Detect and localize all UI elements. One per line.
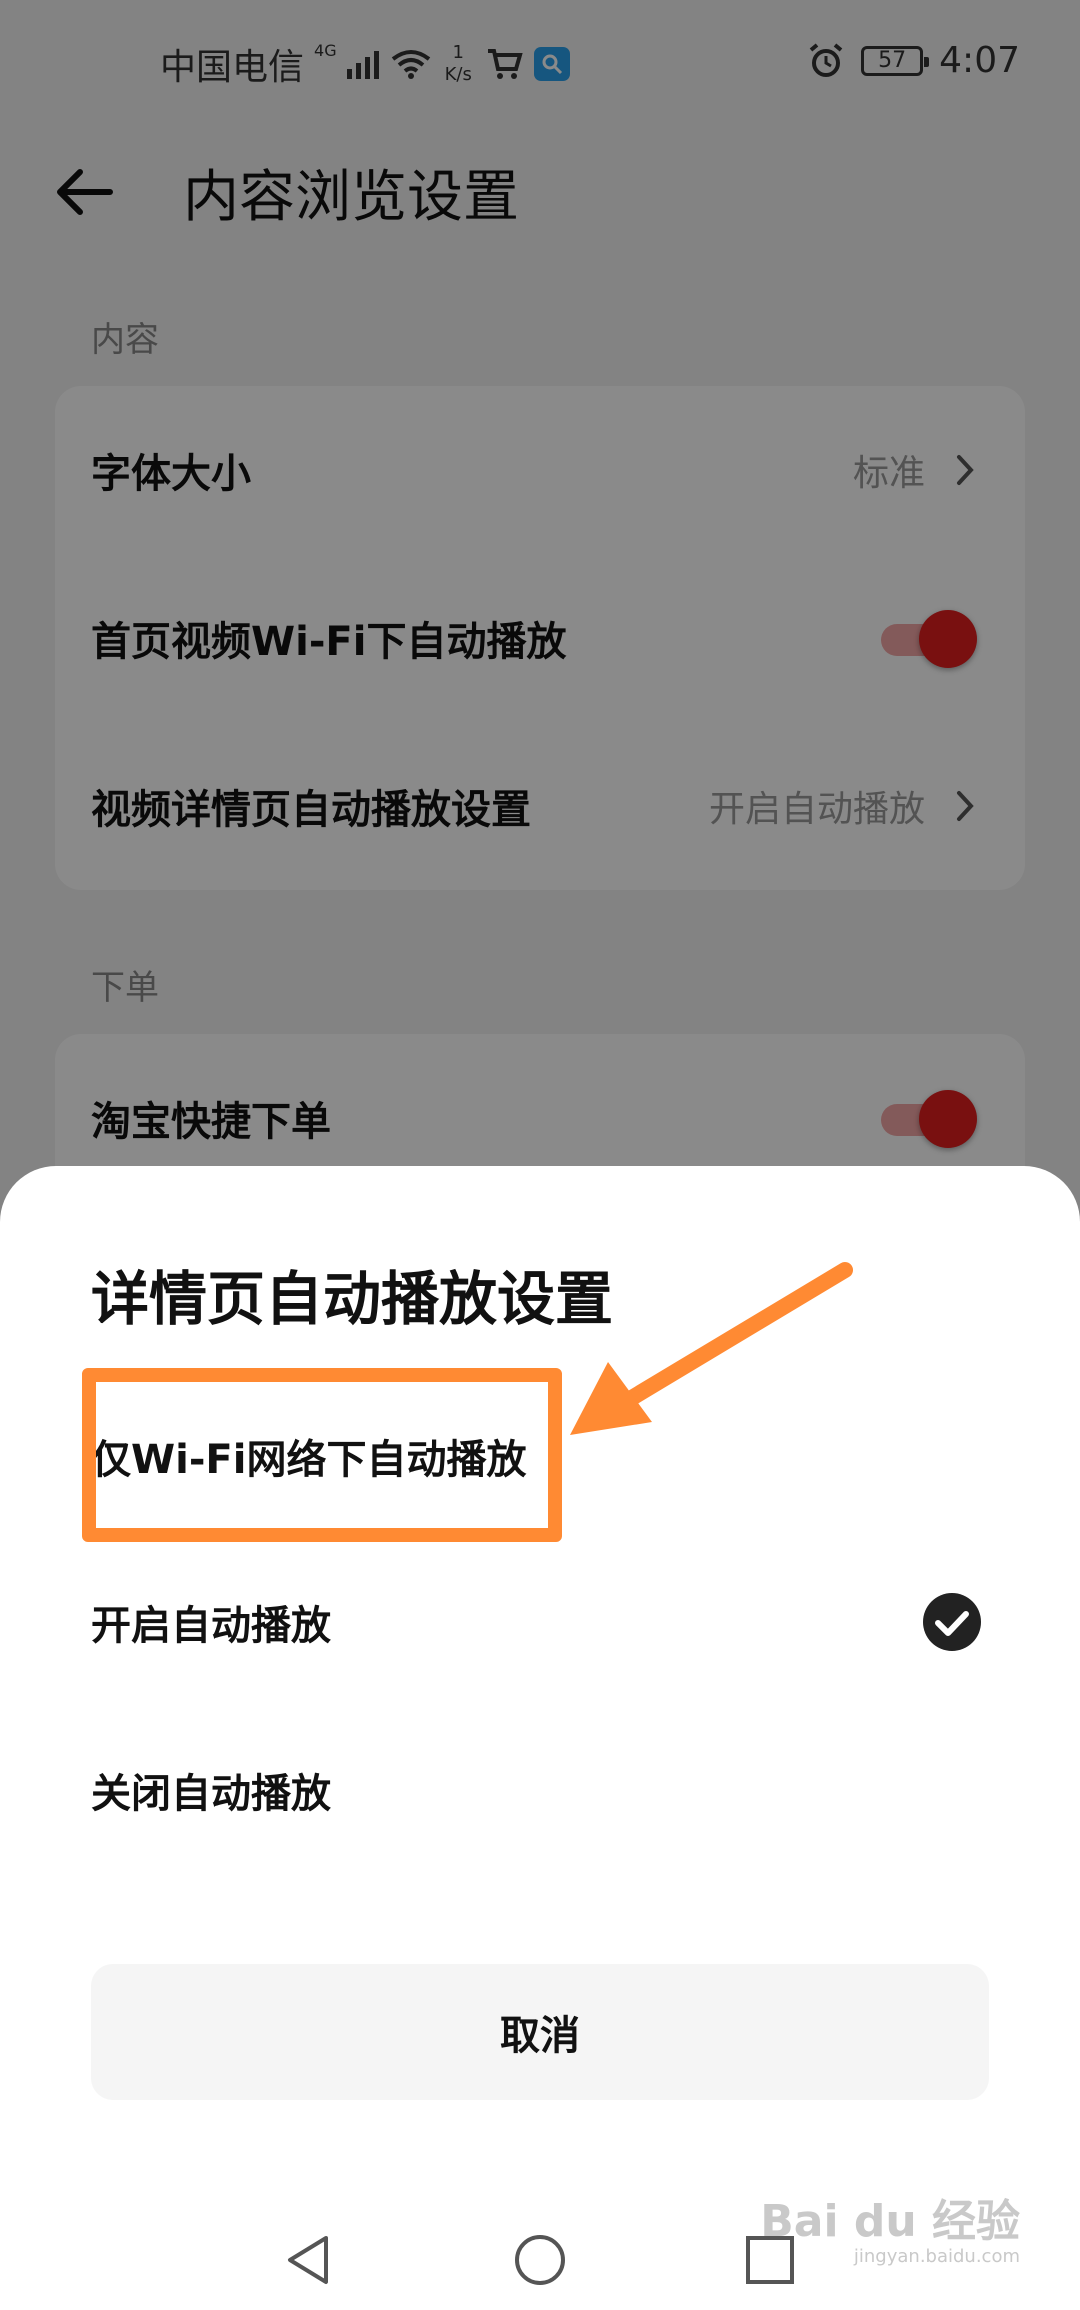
check-circle-icon [923, 1593, 981, 1651]
watermark-url: jingyan.baidu.com [853, 2246, 1020, 2267]
annotation-arrow-icon [570, 1262, 853, 1435]
nav-back-icon[interactable] [280, 2230, 340, 2290]
annotation-highlight-box [82, 1368, 562, 1542]
nav-home-icon[interactable] [510, 2230, 570, 2290]
cancel-button[interactable]: 取消 [91, 1964, 989, 2100]
option-label: 开启自动播放 [91, 1603, 331, 1649]
watermark-brand: Bai du 经验 [760, 2196, 1020, 2247]
autoplay-bottom-sheet: 详情页自动播放设置 仅Wi-Fi网络下自动播放 开启自动播放 关闭自动播放 取消 [0, 1166, 1080, 2310]
option-autoplay-on[interactable]: 开启自动播放 [0, 1538, 1080, 1706]
sheet-title: 详情页自动播放设置 [91, 1265, 614, 1333]
option-autoplay-off[interactable]: 关闭自动播放 [0, 1706, 1080, 1874]
baidu-watermark: Bai du 经验 jingyan.baidu.com [760, 2198, 1020, 2268]
option-label: 关闭自动播放 [91, 1771, 331, 1817]
